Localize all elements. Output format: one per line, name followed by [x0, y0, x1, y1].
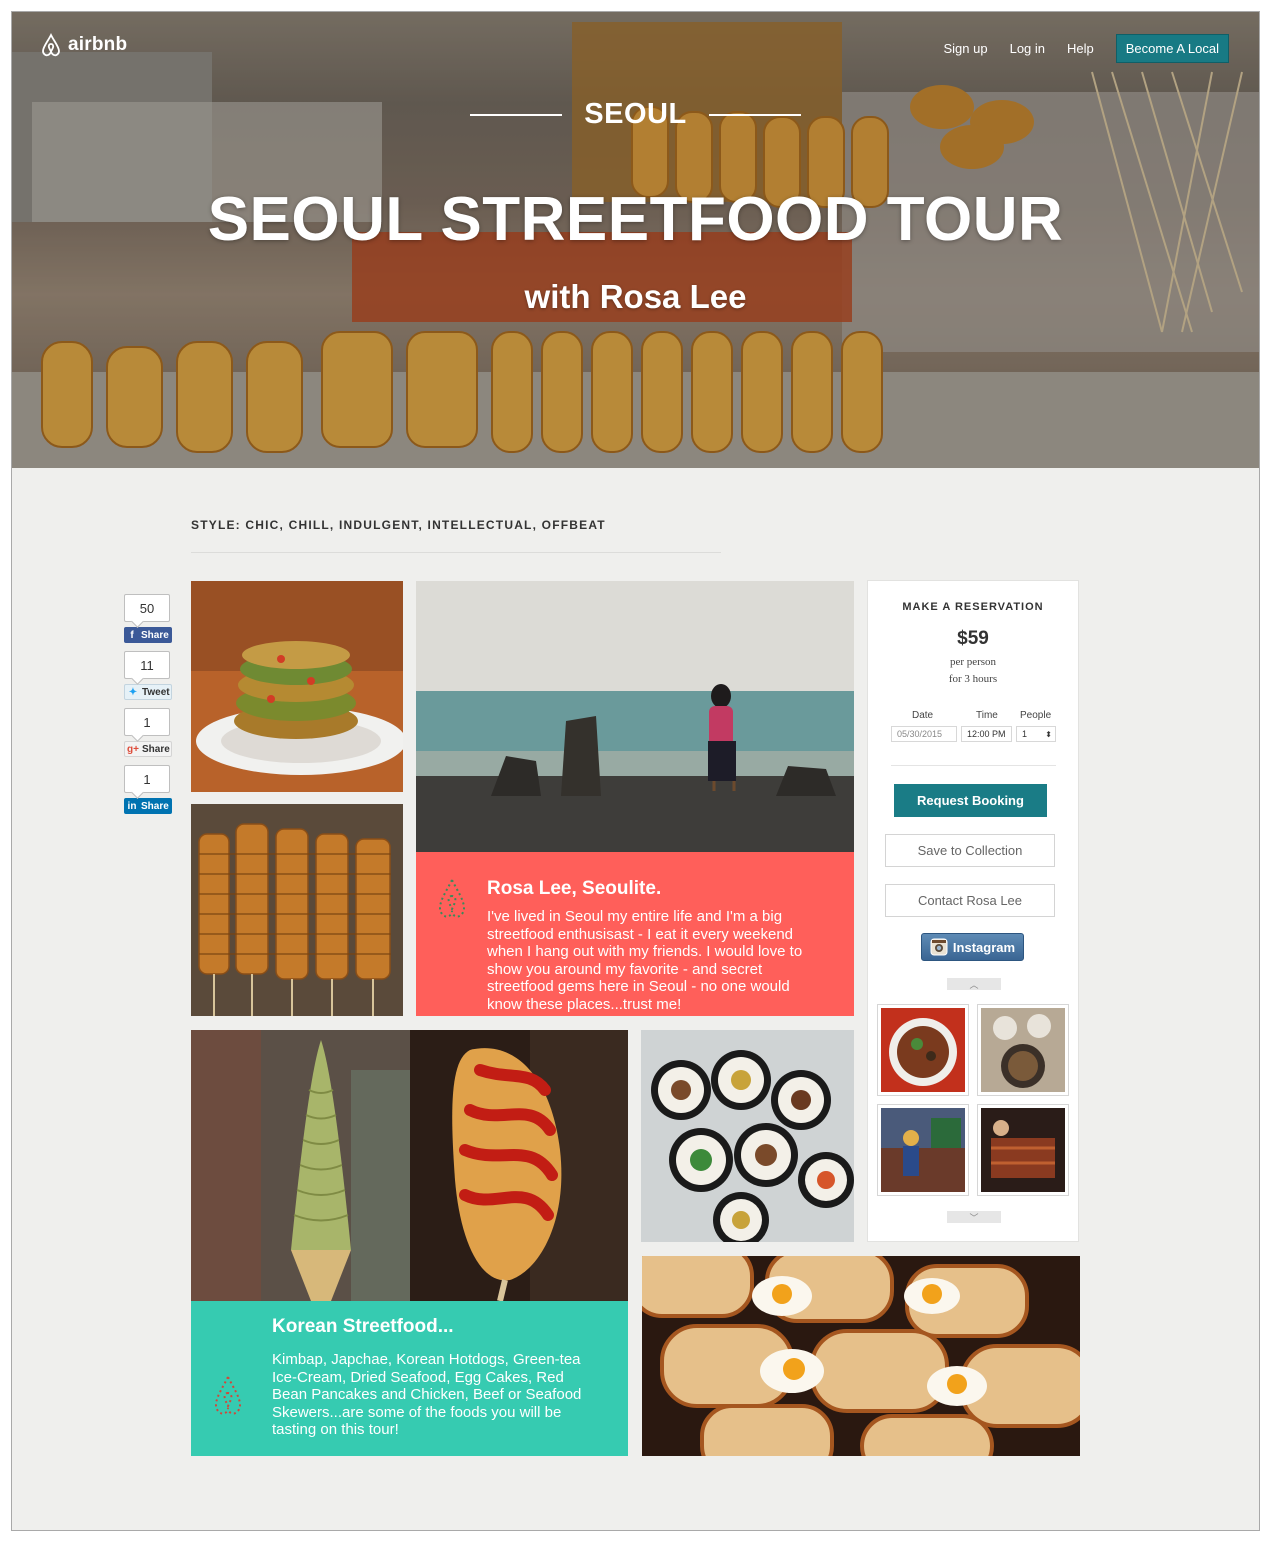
contact-host-button[interactable]: Contact Rosa Lee — [885, 884, 1055, 917]
facebook-share-button[interactable]: f Share — [124, 627, 172, 643]
linkedin-share-button[interactable]: in Share — [124, 798, 172, 814]
page-frame: airbnb Sign up Log in Help Become A Loca… — [11, 11, 1260, 1531]
price: $59 — [957, 628, 989, 649]
reservation-panel: MAKE A RESERVATION $59 per person for 3 … — [867, 580, 1079, 1242]
city-heading: SEOUL — [12, 98, 1259, 131]
facebook-share[interactable]: 50 f Share — [124, 594, 174, 643]
logo-wordmark: airbnb — [68, 34, 128, 55]
people-select[interactable]: 1 ⬍ — [1016, 726, 1056, 742]
reservation-heading: MAKE A RESERVATION — [902, 601, 1044, 613]
photo-egg-cakes[interactable] — [642, 1256, 1080, 1456]
streetfood-card-body: Kimbap, Japchae, Korean Hotdogs, Green-t… — [272, 1351, 582, 1438]
signup-link[interactable]: Sign up — [944, 41, 988, 56]
time-input[interactable]: 12:00 PM — [961, 726, 1012, 742]
facebook-share-label: Share — [141, 629, 169, 641]
tour-duration: for 3 hours — [948, 673, 998, 685]
photo-pancakes[interactable] — [191, 581, 403, 792]
streetfood-card: Korean Streetfood... Kimbap, Japchae, Ko… — [191, 1301, 628, 1456]
photo-potato-skewers[interactable] — [191, 804, 403, 1016]
airbnb-logo[interactable]: airbnb — [38, 32, 127, 58]
linkedin-icon: in — [127, 800, 137, 812]
instagram-icon — [930, 938, 948, 956]
facebook-icon: f — [130, 629, 134, 641]
style-tags: STYLE: CHIC, CHILL, INDULGENT, INTELLECT… — [191, 518, 606, 532]
instagram-button[interactable]: Instagram — [921, 933, 1024, 961]
airbnb-dotted-icon — [438, 877, 466, 918]
style-divider — [191, 552, 721, 553]
date-label: Date — [912, 710, 934, 721]
become-local-button[interactable]: Become A Local — [1115, 34, 1229, 63]
price-unit: per person — [949, 656, 997, 668]
linkedin-share-label: Share — [141, 800, 169, 812]
reservation-divider — [891, 765, 1056, 766]
google-plus-icon: g+ — [127, 743, 139, 755]
host-card-title: Rosa Lee, Seoulite. — [487, 878, 662, 899]
login-link[interactable]: Log in — [1010, 41, 1045, 56]
tour-title: SEOUL STREETFOOD TOUR — [207, 185, 1064, 254]
twitter-share[interactable]: 11 ✦ Tweet — [124, 651, 174, 700]
linkedin-share[interactable]: 1 in Share — [124, 765, 174, 814]
city-rule-left — [470, 113, 563, 116]
airbnb-belo-icon — [42, 32, 60, 57]
host-card: Rosa Lee, Seoulite. I've lived in Seoul … — [416, 852, 854, 1016]
time-label: Time — [976, 710, 998, 721]
save-to-collection-button[interactable]: Save to Collection — [885, 834, 1055, 867]
tweet-label: Tweet — [142, 686, 170, 698]
twitter-count: 11 — [124, 651, 170, 679]
linkedin-count: 1 — [124, 765, 170, 793]
google-plus-share-button[interactable]: g+ Share — [124, 741, 172, 757]
tour-host-subtitle: with Rosa Lee — [524, 278, 747, 315]
top-navigation: Sign up Log in Help Become A Local — [944, 34, 1229, 63]
chevron-up-icon: ︿ — [969, 979, 979, 990]
instagram-label: Instagram — [952, 939, 1016, 955]
gallery-scroll-down-button[interactable]: ﹀ — [947, 1211, 1001, 1223]
photo-greentea-icecream[interactable] — [191, 1030, 410, 1301]
request-booking-button[interactable]: Request Booking — [894, 784, 1047, 817]
tweet-button[interactable]: ✦ Tweet — [124, 684, 172, 700]
streetfood-card-title: Korean Streetfood... — [272, 1316, 454, 1337]
hero-banner: airbnb Sign up Log in Help Become A Loca… — [12, 12, 1259, 468]
instagram-thumb-pho[interactable] — [877, 1004, 969, 1096]
instagram-thumb-market[interactable] — [877, 1104, 969, 1196]
google-count: 1 — [124, 708, 170, 736]
google-share[interactable]: 1 g+ Share — [124, 708, 174, 757]
people-value: 1 — [1022, 729, 1028, 739]
date-input[interactable]: 05/30/2015 — [891, 726, 957, 742]
stepper-icon: ⬍ — [1045, 729, 1052, 739]
photo-korean-hotdog[interactable] — [410, 1030, 628, 1301]
photo-kimbap[interactable] — [641, 1030, 854, 1242]
facebook-count: 50 — [124, 594, 170, 622]
airbnb-dotted-icon — [214, 1374, 242, 1415]
host-card-body: I've lived in Seoul my entire life and I… — [487, 908, 803, 1013]
city-name: SEOUL — [584, 98, 687, 130]
people-label: People — [1020, 710, 1052, 721]
help-link[interactable]: Help — [1067, 41, 1094, 56]
gallery-scroll-up-button[interactable]: ︿ — [947, 978, 1001, 990]
instagram-thumb-dumplings[interactable] — [977, 1004, 1069, 1096]
city-rule-right — [708, 113, 801, 116]
google-share-label: Share — [142, 743, 170, 755]
twitter-icon: ✦ — [128, 686, 138, 698]
photo-host-beach[interactable] — [416, 581, 854, 852]
chevron-down-icon: ﹀ — [969, 1212, 979, 1223]
social-share-bar: 50 f Share 11 ✦ Tweet 1 g+ Share 1 in Share — [124, 594, 174, 822]
instagram-thumb-grill[interactable] — [977, 1104, 1069, 1196]
